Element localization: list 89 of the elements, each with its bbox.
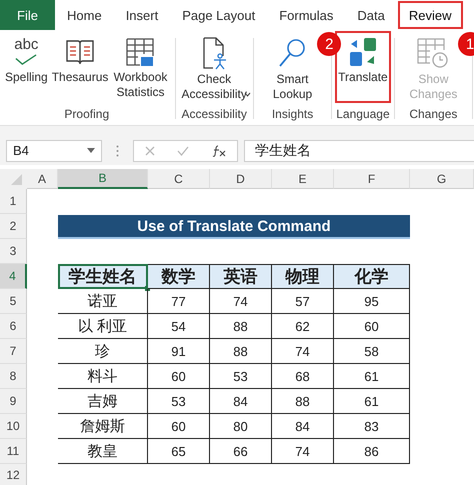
group-label: Accessibility	[182, 106, 247, 123]
function-icon[interactable]	[212, 144, 226, 156]
cancel-icon[interactable]	[145, 146, 156, 156]
table-cell: 95	[334, 289, 410, 314]
table-cell: 珍	[58, 339, 148, 364]
table-cell: 88	[272, 389, 334, 414]
column-header[interactable]: D	[210, 169, 272, 189]
group-label: Proofing	[64, 106, 110, 123]
table-cell: 53	[148, 389, 210, 414]
table-cell: 86	[334, 439, 410, 464]
group-label: Language	[336, 106, 390, 123]
callout-badge: 1	[458, 32, 474, 56]
table-cell: 诺亚	[58, 289, 148, 314]
ribbon-button[interactable]: Check Accessibility	[179, 32, 249, 105]
table-cell: 57	[272, 289, 334, 314]
row-header[interactable]: 5	[0, 289, 27, 314]
ribbon-tab[interactable]: Insert	[114, 0, 170, 30]
column-header[interactable]: B	[58, 169, 148, 189]
dropdown-icon	[87, 148, 95, 153]
ribbon-tab[interactable]: File	[0, 0, 55, 30]
ribbon-button[interactable]: Thesaurus	[50, 32, 110, 105]
table-cell: 詹姆斯	[58, 414, 148, 439]
row-header[interactable]: 4	[0, 264, 27, 289]
column-header[interactable]: F	[334, 169, 410, 189]
table-cell: 62	[272, 314, 334, 339]
header-cell: 英语	[210, 264, 272, 289]
table-cell: 74	[272, 339, 334, 364]
table-cell: 61	[334, 389, 410, 414]
ribbon-tab[interactable]: Page Layout	[170, 0, 268, 30]
ribbon-tab[interactable]: Review	[396, 0, 464, 30]
table-cell: 84	[272, 414, 334, 439]
table-cell: 77	[148, 289, 210, 314]
table-cell: 60	[334, 314, 410, 339]
ribbon-tab[interactable]: Formulas	[267, 0, 346, 30]
header-cell: 物理	[272, 264, 334, 289]
row-header[interactable]: 7	[0, 339, 27, 364]
table-cell: 教皇	[58, 439, 148, 464]
table-cell: 88	[210, 314, 272, 339]
ribbon-button[interactable]: Workbook Statistics	[110, 32, 171, 105]
ribbon-tab[interactable]: Data	[345, 0, 397, 30]
row-header[interactable]: 3	[0, 239, 27, 264]
header-cell: 学生姓名	[58, 264, 148, 289]
table-cell: 88	[210, 339, 272, 364]
icon-text: abc	[14, 36, 38, 54]
table-cell: 66	[210, 439, 272, 464]
table-cell: 61	[334, 364, 410, 389]
checkmark-icon[interactable]	[177, 146, 190, 156]
row-header[interactable]: 2	[0, 214, 27, 239]
row-header[interactable]: 11	[0, 439, 27, 464]
table-cell: 60	[148, 364, 210, 389]
table-cell: 68	[272, 364, 334, 389]
table-cell: 60	[148, 414, 210, 439]
callout-badge: 2	[317, 32, 342, 56]
ribbon-button[interactable]: abc Spelling	[3, 32, 50, 105]
row-header[interactable]: 8	[0, 364, 27, 389]
row-header[interactable]: 9	[0, 389, 27, 414]
formula-field[interactable]: 学生姓名	[244, 140, 474, 162]
table-cell: 53	[210, 364, 272, 389]
table-cell: 84	[210, 389, 272, 414]
row-header[interactable]: 1	[0, 189, 27, 214]
column-header[interactable]: G	[410, 169, 474, 189]
table-cell: 74	[272, 439, 334, 464]
ribbon-tab[interactable]: Home	[55, 0, 114, 30]
table-cell: 以 利亚	[58, 314, 148, 339]
name-box[interactable]: B4	[6, 140, 102, 162]
table-cell: 65	[148, 439, 210, 464]
group-label: Changes	[409, 106, 458, 123]
checkmark-icon	[15, 54, 38, 65]
title-banner: Use of Translate Command	[58, 215, 410, 239]
row-header[interactable]: 6	[0, 314, 27, 339]
group-label: Insights	[272, 106, 314, 123]
row-header[interactable]: 10	[0, 414, 27, 439]
column-header[interactable]: C	[148, 169, 210, 189]
sheet-clock-icon	[416, 36, 450, 70]
grip-icon	[116, 144, 119, 156]
header-cell: 化学	[334, 264, 410, 289]
row-header[interactable]: 12	[0, 464, 27, 485]
table-cell: 80	[210, 414, 272, 439]
table-cell: 吉姆	[58, 389, 148, 414]
column-header[interactable]: E	[272, 169, 334, 189]
table-cell: 58	[334, 339, 410, 364]
table-cell: 83	[334, 414, 410, 439]
table-cell: 54	[148, 314, 210, 339]
header-cell: 数学	[148, 264, 210, 289]
table-cell: 91	[148, 339, 210, 364]
table-cell: 74	[210, 289, 272, 314]
spreadsheet-icon	[124, 36, 156, 68]
table-cell: 料斗	[58, 364, 148, 389]
column-header[interactable]: A	[27, 169, 58, 189]
